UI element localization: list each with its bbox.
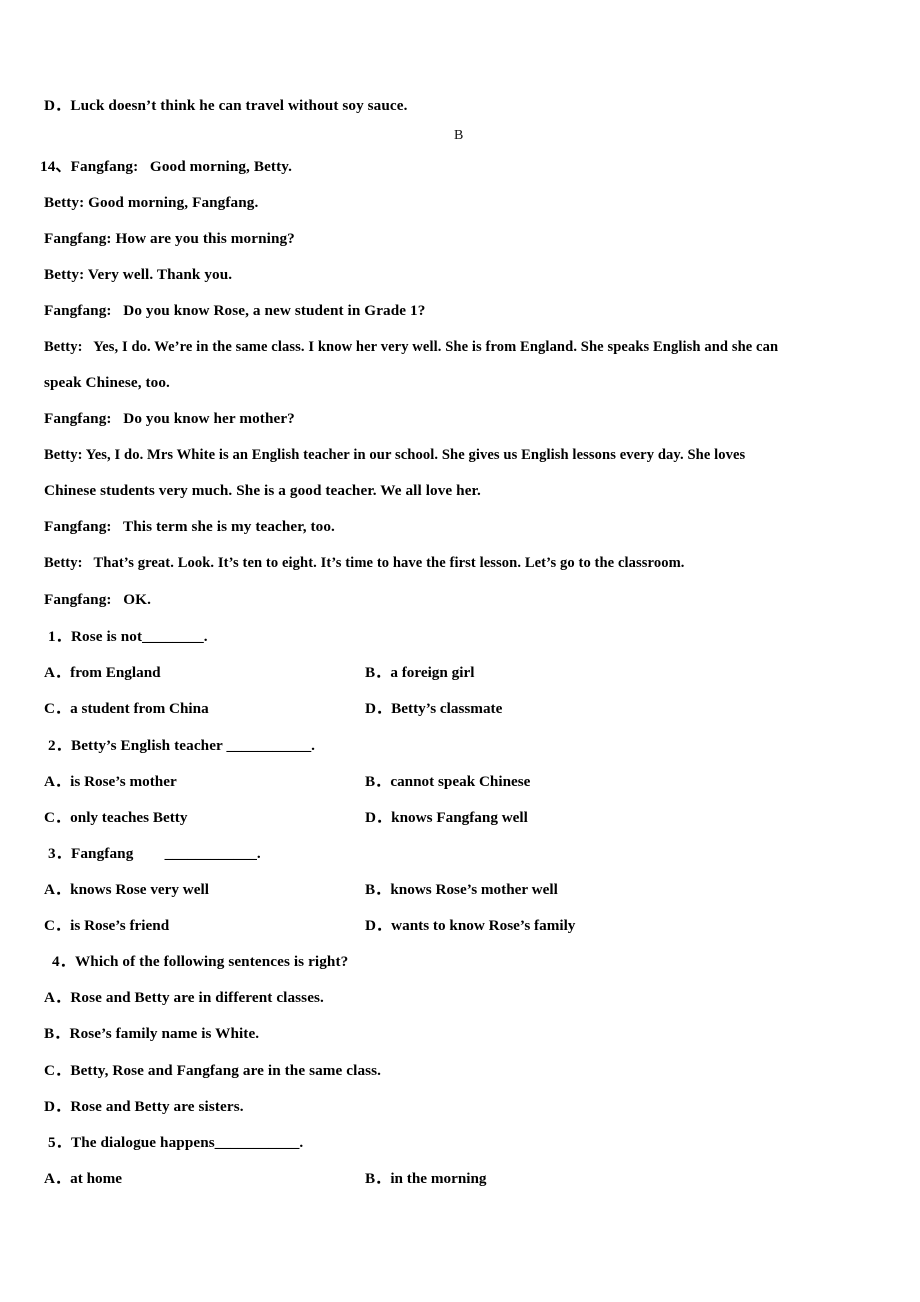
option-letter: D． xyxy=(365,700,392,717)
question-5-blank[interactable]: ___________ xyxy=(215,1134,300,1151)
option-text: at home xyxy=(70,1170,123,1187)
option-text: is Rose’s friend xyxy=(70,917,170,934)
option-letter: A． xyxy=(44,989,71,1006)
question-1-option-d[interactable]: D．Betty’s classmate xyxy=(365,700,502,718)
question-5-option-a[interactable]: A．at home xyxy=(44,1170,122,1188)
question-1-stem-text: 1．Rose is not xyxy=(48,628,143,645)
question-2-stem-text: 2．Betty’s English teacher xyxy=(48,737,227,754)
question-4-option-a[interactable]: A．Rose and Betty are in different classe… xyxy=(44,989,324,1007)
option-letter: A． xyxy=(44,664,71,681)
question-3-option-b[interactable]: B．knows Rose’s mother well xyxy=(365,881,558,899)
question-3-stem-text: 3．Fangfang xyxy=(48,845,165,862)
answer-mark-b: B xyxy=(454,128,464,143)
question-2-option-c[interactable]: C．only teaches Betty xyxy=(44,809,187,827)
question-5-stem-suffix: . xyxy=(299,1134,304,1151)
option-text: Rose and Betty are in different classes. xyxy=(70,989,324,1006)
question-4-stem: 4．Which of the following sentences is ri… xyxy=(52,953,349,970)
question-2-option-d[interactable]: D．knows Fangfang well xyxy=(365,809,528,827)
question-3-options-row-2: C．is Rose’s friend D．wants to know Rose’… xyxy=(44,917,880,937)
question-1-option-b[interactable]: B．a foreign girl xyxy=(365,664,474,682)
option-text: Rose and Betty are sisters. xyxy=(70,1098,244,1115)
option-text: a student from China xyxy=(70,700,209,717)
option-text: Betty, Rose and Fangfang are in the same… xyxy=(70,1062,382,1079)
option-text: from England xyxy=(70,664,161,681)
option-text: knows Fangfang well xyxy=(391,809,528,826)
worksheet-page: D．Luck doesn’t think he can travel witho… xyxy=(0,0,920,1302)
question-3-option-c[interactable]: C．is Rose’s friend xyxy=(44,917,169,935)
option-letter: B． xyxy=(365,1170,391,1187)
option-letter: D． xyxy=(44,1098,71,1115)
option-letter: A． xyxy=(44,1170,71,1187)
option-text: a foreign girl xyxy=(390,664,475,681)
option-letter: C． xyxy=(44,917,71,934)
passage-line-betty-5: Betty: That’s great. Look. It’s ten to e… xyxy=(44,555,685,571)
option-text: in the morning xyxy=(390,1170,487,1187)
option-letter: B． xyxy=(44,1025,70,1042)
question-3-stem: 3．Fangfang ____________. xyxy=(48,845,261,863)
question-5-stem: 5．The dialogue happens___________. xyxy=(48,1134,303,1152)
option-text: knows Rose’s mother well xyxy=(390,881,558,898)
passage-line-betty-2: Betty: Very well. Thank you. xyxy=(44,266,233,283)
option-letter: C． xyxy=(44,1062,71,1079)
option-letter: B． xyxy=(365,664,391,681)
passage-line-betty-1: Betty: Good morning, Fangfang. xyxy=(44,194,259,211)
question-1-option-a[interactable]: A．from England xyxy=(44,664,161,682)
option-text: Rose’s family name is White. xyxy=(69,1025,260,1042)
option-letter: B． xyxy=(365,773,391,790)
passage-line-fangfang-1: Fangfang: How are you this morning? xyxy=(44,230,295,247)
passage-line-betty-4a: Betty: Yes, I do. Mrs White is an Englis… xyxy=(44,447,746,463)
question-2-option-b[interactable]: B．cannot speak Chinese xyxy=(365,773,530,791)
option-text: wants to know Rose’s family xyxy=(391,917,576,934)
question-5-options-row-1: A．at home B．in the morning xyxy=(44,1170,880,1190)
question-1-stem-suffix: . xyxy=(203,628,208,645)
option-letter: D． xyxy=(365,917,392,934)
option-letter: C． xyxy=(44,809,71,826)
question-5-stem-text: 5．The dialogue happens xyxy=(48,1134,215,1151)
option-letter: D． xyxy=(365,809,392,826)
passage-line-fangfang-2: Fangfang: Do you know Rose, a new studen… xyxy=(44,302,426,319)
question-4-option-b[interactable]: B．Rose’s family name is White. xyxy=(44,1025,259,1043)
question-2-stem-suffix: . xyxy=(311,737,316,754)
question-2-options-row-1: A．is Rose’s mother B．cannot speak Chines… xyxy=(44,773,880,793)
option-letter: B． xyxy=(365,881,391,898)
question-1-option-c[interactable]: C．a student from China xyxy=(44,700,209,718)
option-text: only teaches Betty xyxy=(70,809,188,826)
option-letter: A． xyxy=(44,773,71,790)
question-2-options-row-2: C．only teaches Betty D．knows Fangfang we… xyxy=(44,809,880,829)
option-text: is Rose’s mother xyxy=(70,773,177,790)
question-3-options-row-1: A．knows Rose very well B．knows Rose’s mo… xyxy=(44,881,880,901)
passage-line-betty-3a: Betty: Yes, I do. We’re in the same clas… xyxy=(44,339,779,355)
question-3-blank[interactable]: ____________ xyxy=(165,845,257,862)
option-letter: A． xyxy=(44,881,71,898)
question-3-option-d[interactable]: D．wants to know Rose’s family xyxy=(365,917,575,935)
option-letter: C． xyxy=(44,700,71,717)
passage-line-prev-option-d: D．Luck doesn’t think he can travel witho… xyxy=(44,97,408,114)
passage-line-fangfang-5: Fangfang: OK. xyxy=(44,591,151,608)
question-2-blank[interactable]: ___________ xyxy=(227,737,312,754)
question-1-stem: 1．Rose is not________. xyxy=(48,628,208,646)
option-text: cannot speak Chinese xyxy=(390,773,531,790)
option-text: knows Rose very well xyxy=(70,881,209,898)
question-5-option-b[interactable]: B．in the morning xyxy=(365,1170,487,1188)
passage-line-fangfang-3: Fangfang: Do you know her mother? xyxy=(44,410,295,427)
question-2-stem: 2．Betty’s English teacher ___________. xyxy=(48,737,315,755)
question-3-option-a[interactable]: A．knows Rose very well xyxy=(44,881,209,899)
question-3-stem-suffix: . xyxy=(256,845,261,862)
question-1-blank[interactable]: ________ xyxy=(142,628,204,645)
passage-line-fangfang-4: Fangfang: This term she is my teacher, t… xyxy=(44,518,335,535)
passage-line-q14-intro: 14、Fangfang: Good morning, Betty. xyxy=(40,158,292,175)
question-4-option-d[interactable]: D．Rose and Betty are sisters. xyxy=(44,1098,244,1116)
question-2-option-a[interactable]: A．is Rose’s mother xyxy=(44,773,177,791)
question-1-options-row-1: A．from England B．a foreign girl xyxy=(44,664,880,684)
question-1-options-row-2: C．a student from China D．Betty’s classma… xyxy=(44,700,880,720)
option-text: Betty’s classmate xyxy=(391,700,503,717)
passage-line-betty-4b: Chinese students very much. She is a goo… xyxy=(44,482,481,499)
question-4-option-c[interactable]: C．Betty, Rose and Fangfang are in the sa… xyxy=(44,1062,381,1080)
passage-line-betty-3b: speak Chinese, too. xyxy=(44,374,170,391)
